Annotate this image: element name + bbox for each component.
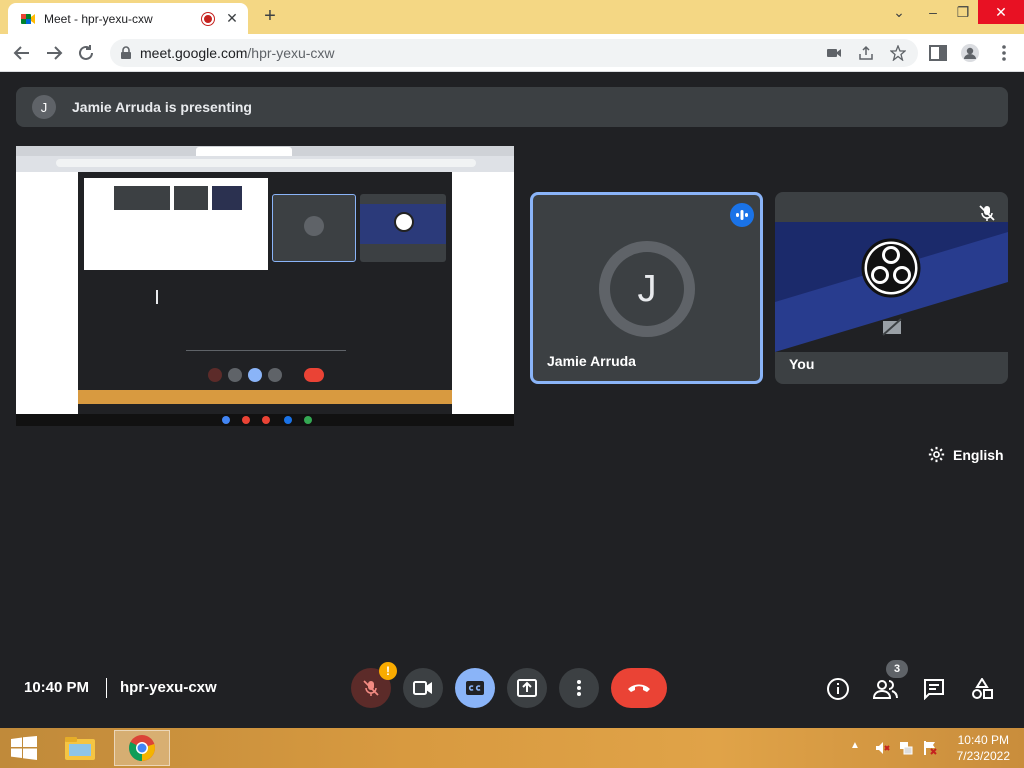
url-path: /hpr-yexu-cxw — [247, 45, 335, 61]
recording-icon — [202, 12, 214, 25]
meet-favicon-icon — [21, 13, 35, 24]
shared-screen-content — [16, 172, 514, 415]
show-everyone-button[interactable] — [873, 676, 899, 702]
camera-icon[interactable] — [826, 45, 842, 61]
microphone-toggle-button[interactable]: ! — [351, 662, 397, 708]
tab-strip: Meet - hpr-yexu-cxw ✕ + ⌄ – ❐ ✕ — [0, 0, 1024, 34]
reload-icon — [79, 45, 93, 60]
folder-icon — [65, 737, 95, 760]
taskbar-chrome[interactable] — [114, 730, 170, 766]
url-text: meet.google.com/hpr-yexu-cxw — [140, 45, 335, 61]
avatar-initial: J — [610, 252, 684, 326]
minimize-button[interactable]: – — [916, 0, 950, 24]
present-now-button[interactable] — [507, 668, 547, 708]
speaking-indicator-icon — [730, 203, 754, 227]
profile-icon[interactable] — [960, 43, 980, 63]
taskbar-file-explorer[interactable] — [52, 730, 108, 766]
windows-taskbar: ▲ 10:40 PM 7/23/2022 — [0, 728, 1024, 768]
tab-close-icon[interactable]: ✕ — [224, 10, 240, 27]
camera-off-icon — [882, 318, 902, 336]
chrome-icon — [129, 735, 155, 761]
activities-button[interactable] — [969, 676, 995, 702]
captions-toggle-button[interactable] — [455, 668, 495, 708]
side-panel-icon[interactable] — [928, 43, 948, 63]
mic-muted-icon — [979, 205, 995, 221]
back-button[interactable] — [10, 41, 34, 65]
video-camera-icon — [413, 681, 432, 695]
window-close-button[interactable]: ✕ — [978, 0, 1024, 24]
shared-screen-shelf — [16, 414, 514, 426]
forward-button[interactable] — [42, 41, 66, 65]
meeting-code: hpr-yexu-cxw — [120, 679, 217, 696]
participant-avatar: J — [599, 241, 695, 337]
presenter-avatar: J — [32, 95, 56, 119]
shared-screen[interactable] — [16, 146, 514, 426]
clock-time: 10:40 PM — [957, 733, 1009, 747]
activities-shapes-icon — [972, 678, 993, 699]
divider — [106, 678, 107, 698]
action-center-flag-icon[interactable] — [922, 740, 938, 756]
tab-title: Meet - hpr-yexu-cxw — [44, 11, 153, 26]
camera-toggle-button[interactable] — [403, 668, 443, 708]
shared-screen-browser-chrome — [16, 146, 514, 172]
bookmark-star-icon[interactable] — [890, 45, 906, 61]
mic-off-icon — [363, 680, 379, 696]
lock-icon — [121, 46, 131, 59]
gear-icon — [928, 446, 945, 463]
caption-language-label: English — [953, 446, 1004, 463]
forward-arrow-icon — [47, 46, 63, 60]
present-screen-icon — [517, 679, 537, 697]
tab-meet[interactable]: Meet - hpr-yexu-cxw ✕ — [8, 3, 248, 34]
leave-call-button[interactable] — [611, 668, 667, 708]
system-clock[interactable]: 10:40 PM 7/23/2022 — [957, 732, 1010, 764]
new-tab-button[interactable]: + — [258, 4, 282, 28]
participant-name: You — [789, 356, 815, 372]
share-icon[interactable] — [858, 45, 874, 61]
windows-start-icon[interactable] — [10, 736, 38, 760]
url-domain: meet.google.com — [140, 45, 248, 61]
caption-language-button[interactable]: English — [928, 446, 1004, 463]
more-vertical-icon — [577, 680, 581, 696]
people-icon — [873, 680, 898, 699]
restore-button[interactable]: ❐ — [946, 0, 980, 24]
end-call-icon — [628, 684, 650, 692]
meeting-controls-bar: 10:40 PM hpr-yexu-cxw ! 3 — [0, 660, 1024, 718]
meeting-time: 10:40 PM — [24, 679, 90, 696]
info-icon — [827, 678, 849, 700]
obs-logo-icon — [861, 238, 921, 298]
browser-menu-icon[interactable] — [994, 43, 1014, 63]
closed-captions-icon — [466, 681, 484, 695]
volume-muted-icon[interactable] — [874, 740, 890, 756]
meeting-details-button[interactable] — [825, 676, 851, 702]
nested-meet-screen — [78, 172, 452, 415]
more-options-button[interactable] — [559, 668, 599, 708]
chat-icon — [924, 679, 944, 700]
chat-button[interactable] — [921, 676, 947, 702]
show-hidden-icons-icon[interactable]: ▲ — [850, 740, 866, 756]
browser-toolbar: meet.google.com/hpr-yexu-cxw — [0, 34, 1024, 72]
participant-tile-you[interactable]: You — [775, 192, 1008, 384]
address-bar[interactable]: meet.google.com/hpr-yexu-cxw — [110, 39, 918, 67]
back-arrow-icon — [13, 46, 29, 60]
participant-count-badge: 3 — [886, 660, 908, 678]
presenting-text: Jamie Arruda is presenting — [72, 99, 252, 115]
participant-name: Jamie Arruda — [547, 353, 636, 369]
mic-warning-badge: ! — [379, 662, 397, 680]
tab-search-chevron-icon[interactable]: ⌄ — [882, 0, 916, 24]
presenting-banner: J Jamie Arruda is presenting — [16, 87, 1008, 127]
network-icon[interactable] — [898, 740, 914, 756]
participant-tile-jamie[interactable]: J Jamie Arruda — [530, 192, 763, 384]
reload-button[interactable] — [74, 41, 98, 65]
clock-date: 7/23/2022 — [956, 749, 1010, 763]
